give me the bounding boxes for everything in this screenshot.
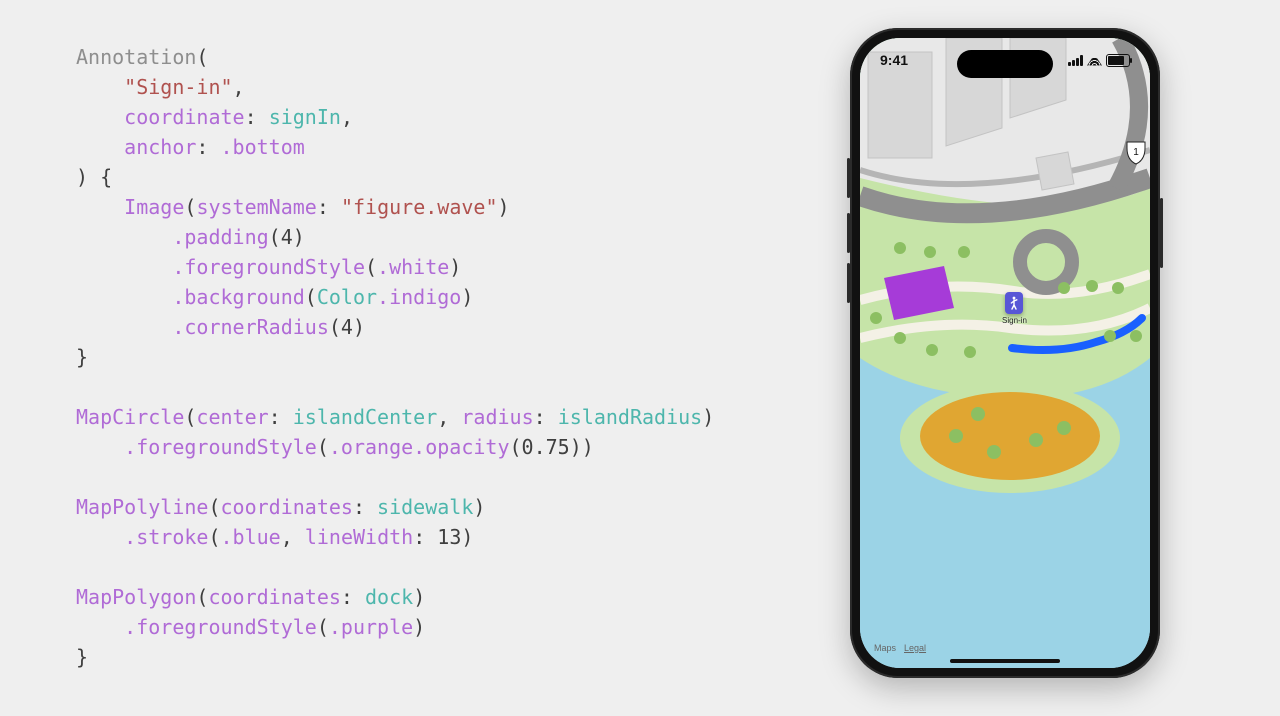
cornerradius-arg: 4 (341, 315, 353, 339)
stroke-modifier: .stroke (124, 525, 208, 549)
phone-screen[interactable]: 9:41 (860, 38, 1150, 668)
radius-var: islandRadius (558, 405, 703, 429)
wifi-icon (1087, 55, 1102, 66)
center-label: center (196, 405, 268, 429)
coordinate-label: coordinate (124, 105, 244, 129)
anchor-label: anchor (124, 135, 196, 159)
status-icons (1068, 54, 1130, 67)
indigo-prop: .indigo (377, 285, 461, 309)
cornerradius-modifier: .cornerRadius (172, 315, 329, 339)
swift-code-block: Annotation( "Sign-in", coordinate: signI… (76, 42, 796, 672)
mappolygon-call: MapPolygon (76, 585, 196, 609)
dynamic-island (957, 50, 1053, 78)
systemname-label: systemName (196, 195, 316, 219)
slide-stage: Annotation( "Sign-in", coordinate: signI… (0, 0, 1280, 716)
map-annotation-label: Sign-in (1002, 316, 1027, 325)
annotation-call: Annotation (76, 45, 196, 69)
map-annotation[interactable]: Sign-in (1002, 292, 1027, 325)
orange-value: .orange (329, 435, 413, 459)
color-type: Color (317, 285, 377, 309)
opacity-modifier: .opacity (413, 435, 509, 459)
fgstyle-modifier-2: .foregroundStyle (124, 435, 317, 459)
map-circle-overlay (920, 392, 1100, 480)
mappolyline-call: MapPolyline (76, 495, 208, 519)
coordinates-label: coordinates (221, 495, 353, 519)
battery-icon (1106, 54, 1130, 67)
blue-value: .blue (221, 525, 281, 549)
linewidth-val: 13 (437, 525, 461, 549)
volume-up-button (847, 158, 850, 198)
map-canvas[interactable]: 1 (860, 38, 1150, 668)
image-call: Image (124, 195, 184, 219)
annotation-title-str: "Sign-in" (124, 75, 232, 99)
opacity-arg: 0.75 (522, 435, 570, 459)
fgstyle-modifier: .foregroundStyle (172, 255, 365, 279)
side-power-button (1160, 198, 1163, 268)
route-shield-number: 1 (1133, 147, 1139, 158)
cellular-signal-icon (1068, 55, 1083, 66)
anchor-value: .bottom (221, 135, 305, 159)
map-attribution: Maps Legal (874, 643, 926, 654)
background-modifier: .background (172, 285, 304, 309)
figure-wave-icon (1005, 292, 1023, 314)
volume-down-button (847, 213, 850, 253)
apple-maps-logo: Maps (874, 643, 896, 654)
linewidth-label: lineWidth (305, 525, 413, 549)
fgstyle-modifier-3: .foregroundStyle (124, 615, 317, 639)
padding-arg: 4 (281, 225, 293, 249)
dock-var: dock (365, 585, 413, 609)
white-value: .white (377, 255, 449, 279)
status-time: 9:41 (880, 52, 908, 68)
sidewalk-var: sidewalk (377, 495, 473, 519)
coordinate-var: signIn (269, 105, 341, 129)
legal-link[interactable]: Legal (904, 643, 926, 653)
mapcircle-call: MapCircle (76, 405, 184, 429)
action-button (847, 263, 850, 303)
systemname-str: "figure.wave" (341, 195, 498, 219)
coordinates-label-2: coordinates (208, 585, 340, 609)
radius-label: radius (461, 405, 533, 429)
purple-value: .purple (329, 615, 413, 639)
padding-modifier: .padding (172, 225, 268, 249)
home-indicator[interactable] (950, 659, 1060, 663)
iphone-device-frame: 9:41 (850, 28, 1160, 678)
center-var: islandCenter (293, 405, 438, 429)
